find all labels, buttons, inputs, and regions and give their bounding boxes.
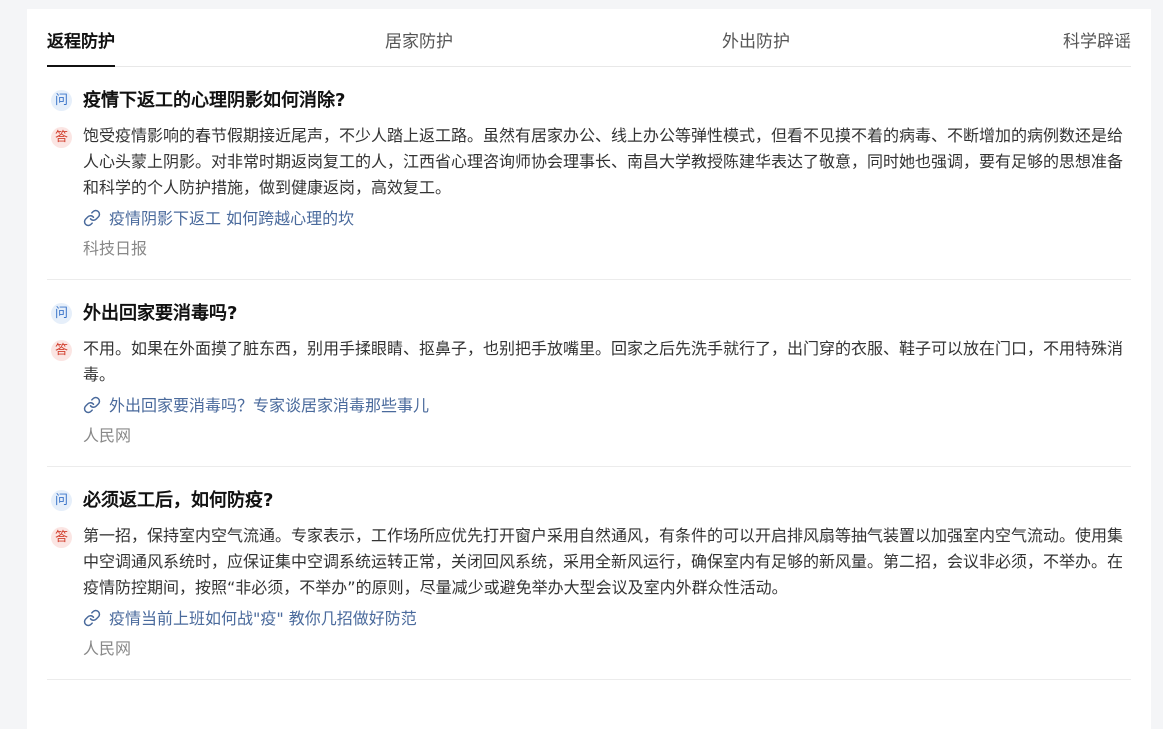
question-row: 问 外出回家要消毒吗? — [47, 302, 1131, 326]
answer-row: 答 不用。如果在外面摸了脏东西，别用手揉眼睛、抠鼻子，也别把手放嘴里。回家之后先… — [47, 336, 1131, 448]
tab-home-protection[interactable]: 居家防护 — [385, 31, 453, 53]
tab-return-protection[interactable]: 返程防护 — [47, 31, 115, 67]
question-text: 疫情下返工的心理阴影如何消除? — [83, 90, 346, 111]
source-label: 人民网 — [83, 426, 132, 445]
question-text: 外出回家要消毒吗? — [83, 303, 238, 324]
article-link[interactable]: 疫情当前上班如何战"疫" 教你几招做好防范 — [83, 607, 1131, 631]
answer-text: 不用。如果在外面摸了脏东西，别用手揉眼睛、抠鼻子，也别把手放嘴里。回家之后先洗手… — [83, 339, 1124, 384]
link-icon — [83, 396, 101, 414]
link-icon — [83, 209, 101, 227]
qa-item: 问 必须返工后，如何防疫? 答 第一招，保持室内空气流通。专家表示，工作场所应优… — [47, 467, 1131, 680]
article-link[interactable]: 疫情阴影下返工 如何跨越心理的坎 — [83, 207, 1131, 231]
tab-bar: 返程防护 居家防护 外出防护 科学辟谣 — [47, 9, 1131, 67]
qa-list: 问 疫情下返工的心理阴影如何消除? 答 饱受疫情影响的春节假期接近尾声，不少人踏… — [47, 67, 1131, 680]
article-link-text[interactable]: 外出回家要消毒吗？专家谈居家消毒那些事儿 — [109, 396, 429, 415]
question-text: 必须返工后，如何防疫? — [83, 490, 274, 511]
qa-item: 问 外出回家要消毒吗? 答 不用。如果在外面摸了脏东西，别用手揉眼睛、抠鼻子，也… — [47, 280, 1131, 467]
answer-badge: 答 — [51, 127, 72, 148]
question-badge: 问 — [51, 303, 72, 324]
question-badge: 问 — [51, 490, 72, 511]
answer-row: 答 饱受疫情影响的春节假期接近尾声，不少人踏上返工路。虽然有居家办公、线上办公等… — [47, 123, 1131, 261]
article-link-text[interactable]: 疫情阴影下返工 如何跨越心理的坎 — [109, 209, 354, 228]
answer-text: 饱受疫情影响的春节假期接近尾声，不少人踏上返工路。虽然有居家办公、线上办公等弹性… — [83, 126, 1124, 197]
tab-science-rumor[interactable]: 科学辟谣 — [1063, 31, 1131, 53]
answer-text: 第一招，保持室内空气流通。专家表示，工作场所应优先打开窗户采用自然通风，有条件的… — [83, 526, 1124, 597]
question-badge: 问 — [51, 90, 72, 111]
source-label: 科技日报 — [83, 239, 148, 258]
answer-badge: 答 — [51, 340, 72, 361]
source-label: 人民网 — [83, 639, 132, 658]
answer-badge: 答 — [51, 527, 72, 548]
link-icon — [83, 609, 101, 627]
qa-item: 问 疫情下返工的心理阴影如何消除? 答 饱受疫情影响的春节假期接近尾声，不少人踏… — [47, 67, 1131, 280]
question-row: 问 必须返工后，如何防疫? — [47, 489, 1131, 513]
article-link[interactable]: 外出回家要消毒吗？专家谈居家消毒那些事儿 — [83, 394, 1131, 418]
article-link-text[interactable]: 疫情当前上班如何战"疫" 教你几招做好防范 — [109, 609, 417, 628]
question-row: 问 疫情下返工的心理阴影如何消除? — [47, 89, 1131, 113]
answer-row: 答 第一招，保持室内空气流通。专家表示，工作场所应优先打开窗户采用自然通风，有条… — [47, 523, 1131, 661]
tab-outing-protection[interactable]: 外出防护 — [722, 31, 790, 53]
qa-panel: 返程防护 居家防护 外出防护 科学辟谣 问 疫情下返工的心理阴影如何消除? 答 … — [27, 9, 1151, 729]
